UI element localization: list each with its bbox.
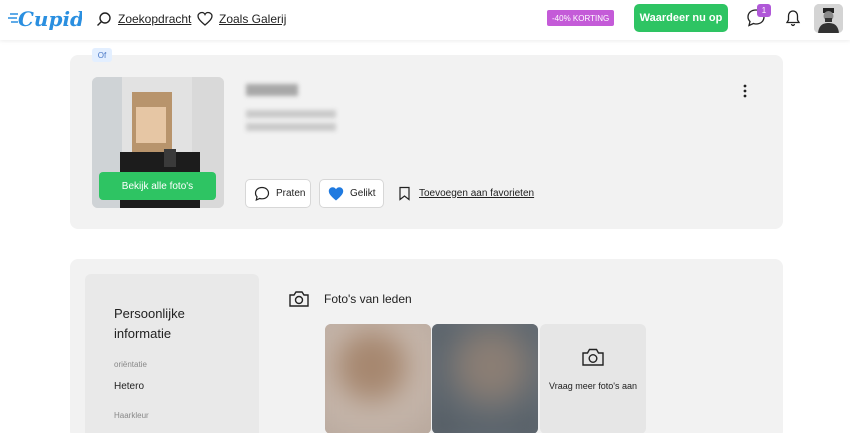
avatar[interactable] xyxy=(814,4,843,33)
like-button-label: Gelikt xyxy=(350,188,376,199)
nav-search-label: Zoekopdracht xyxy=(118,12,192,26)
chat-button[interactable]: Praten xyxy=(245,179,311,208)
heart-icon xyxy=(197,11,213,26)
personal-info-panel xyxy=(85,274,259,433)
member-photos-header: Foto's van leden xyxy=(288,289,412,309)
discount-badge[interactable]: -40% KORTING xyxy=(547,10,615,26)
nav-search-link[interactable]: Zoekopdracht xyxy=(96,9,191,29)
view-all-photos-button[interactable]: Bekijk alle foto's xyxy=(99,172,216,200)
member-photo-blur xyxy=(325,324,431,433)
hair-color-label: Haarkleur xyxy=(114,411,149,420)
cupid-logo[interactable]: Cupid xyxy=(8,4,84,34)
camera-icon xyxy=(289,291,309,307)
online-tag: Of xyxy=(92,48,112,62)
like-button[interactable]: Gelikt xyxy=(319,179,384,208)
nav-gallery-link[interactable]: Zoals Galerij xyxy=(197,9,286,29)
orientation-value: Hetero xyxy=(114,381,145,392)
member-photo[interactable] xyxy=(325,324,431,433)
more-options-icon[interactable] xyxy=(738,82,752,100)
blurred-profile-info xyxy=(246,110,336,118)
member-photos-title: Foto's van leden xyxy=(324,292,412,306)
chat-icon xyxy=(254,186,270,201)
nav-gallery-label: Zoals Galerij xyxy=(219,12,287,26)
add-favorite-label: Toevoegen aan favorieten xyxy=(419,187,535,199)
search-icon xyxy=(97,12,111,26)
cupid-logo-mark: Cupid xyxy=(8,7,84,31)
logo-text: Cupid xyxy=(18,7,82,31)
heart-filled-icon xyxy=(328,186,344,200)
top-header: Cupid Zoekopdracht Zoals Galerij -40% KO… xyxy=(0,0,850,40)
messages-count-badge: 1 xyxy=(757,4,771,17)
camera-icon xyxy=(582,348,604,366)
bookmark-icon xyxy=(399,186,410,201)
member-photo[interactable] xyxy=(432,324,538,433)
blurred-profile-name xyxy=(246,84,298,96)
add-favorite-link[interactable]: Toevoegen aan favorieten xyxy=(397,185,534,201)
blurred-profile-location xyxy=(246,123,336,131)
member-photo-blur xyxy=(432,324,538,433)
personal-info-title: Persoonlijke informatie xyxy=(114,306,185,341)
upgrade-button[interactable]: Waardeer nu op xyxy=(634,4,728,32)
bell-icon[interactable] xyxy=(784,9,802,27)
avatar-image xyxy=(814,4,843,33)
request-more-photos-button[interactable]: Vraag meer foto's aan xyxy=(540,324,646,433)
chat-button-label: Praten xyxy=(276,188,306,199)
request-more-photos-label: Vraag meer foto's aan xyxy=(549,381,637,391)
orientation-label: oriëntatie xyxy=(114,360,147,369)
